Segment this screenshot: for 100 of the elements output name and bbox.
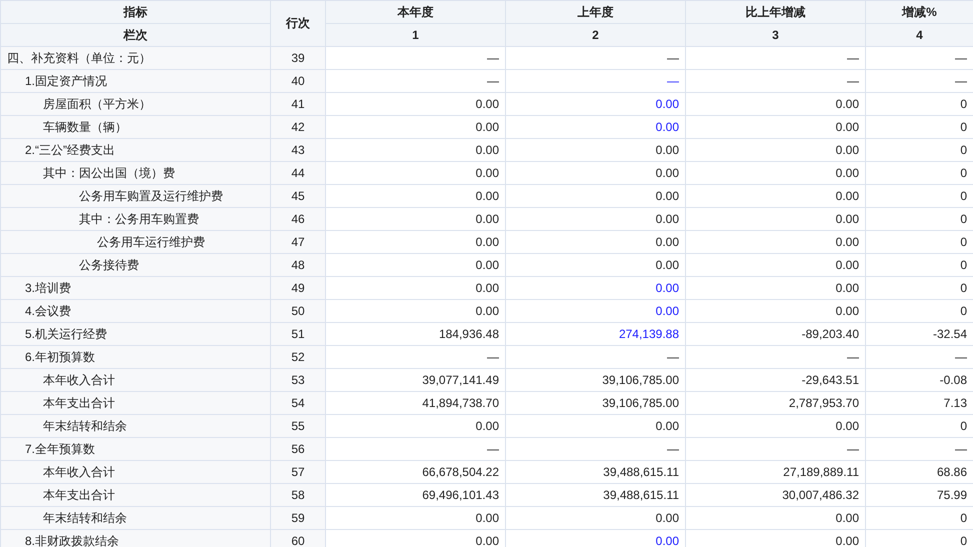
value-link[interactable]: 0.00 <box>506 92 686 116</box>
table-cell: 0.00 <box>506 162 686 184</box>
line-number: 41 <box>270 92 326 116</box>
table-cell: 0.00 <box>686 300 866 322</box>
table-cell: -29,643.51 <box>686 368 866 392</box>
column-header: 栏次 <box>0 24 270 46</box>
row-label: 7.全年预算数 <box>24 440 96 458</box>
table-cell: — <box>686 438 866 460</box>
table-cell: 0.00 <box>506 208 686 230</box>
line-number: 49 <box>270 276 326 300</box>
table-cell: 0.00 <box>686 506 866 530</box>
table-cell: — <box>326 438 506 460</box>
row-label: 本年收入合计 <box>42 372 115 388</box>
column-header: 行次 <box>270 0 326 46</box>
table-cell: 39,488,615.11 <box>506 484 686 506</box>
line-number: 52 <box>270 346 326 368</box>
row-label: 年末结转和结余 <box>42 510 127 526</box>
column-header: 增减% <box>866 0 973 24</box>
column-header: 本年度 <box>326 0 506 24</box>
table-cell: 0.00 <box>326 254 506 276</box>
value-link[interactable]: — <box>506 70 686 92</box>
row-label: 2.“三公”经费支出 <box>24 142 115 158</box>
table-cell: 0.00 <box>506 184 686 208</box>
row-label: 公务用车购置及运行维护费 <box>78 188 223 204</box>
line-number: 60 <box>270 530 326 547</box>
line-number: 45 <box>270 184 326 208</box>
table-cell: 69,496,101.43 <box>326 484 506 506</box>
value-link[interactable]: 0.00 <box>506 116 686 138</box>
table-cell: 0.00 <box>686 162 866 184</box>
table-cell: 0.00 <box>686 138 866 162</box>
table-cell: — <box>686 346 866 368</box>
table-cell: 0.00 <box>326 506 506 530</box>
table-cell: 0.00 <box>326 184 506 208</box>
row-label: 车辆数量（辆） <box>42 118 127 136</box>
line-number: 58 <box>270 484 326 506</box>
row-label: 本年收入合计 <box>42 464 115 480</box>
column-header: 2 <box>506 24 686 46</box>
line-number: 59 <box>270 506 326 530</box>
line-number: 57 <box>270 460 326 484</box>
table-cell: — <box>686 46 866 70</box>
table-cell: 0.00 <box>686 208 866 230</box>
row-label: 3.培训费 <box>24 280 72 296</box>
table-cell: 0.00 <box>326 116 506 138</box>
table-cell: 0.00 <box>326 138 506 162</box>
table-cell: 0.00 <box>326 230 506 254</box>
line-number: 42 <box>270 116 326 138</box>
row-label: 1.固定资产情况 <box>24 72 108 90</box>
table-cell: 0.00 <box>326 300 506 322</box>
table-cell: 27,189,889.11 <box>686 460 866 484</box>
line-number: 40 <box>270 70 326 92</box>
table-cell: 0.00 <box>686 230 866 254</box>
table-cell: 2,787,953.70 <box>686 392 866 414</box>
table-cell: 0.00 <box>686 254 866 276</box>
line-number: 46 <box>270 208 326 230</box>
table-cell: 0.00 <box>326 414 506 438</box>
row-label: 公务用车运行维护费 <box>96 234 205 250</box>
row-label: 8.非财政拨款结余 <box>24 532 120 547</box>
table-cell: 39,488,615.11 <box>506 460 686 484</box>
table-cell: 0.00 <box>506 230 686 254</box>
table-cell: 0.00 <box>686 116 866 138</box>
table-cell: 39,077,141.49 <box>326 368 506 392</box>
table-cell: — <box>506 346 686 368</box>
row-label: 其中：因公出国（境）费 <box>42 164 175 182</box>
line-number: 47 <box>270 230 326 254</box>
value-link[interactable]: 0.00 <box>506 300 686 322</box>
row-label: 其中：公务用车购置费 <box>78 210 199 228</box>
column-header: 比上年增减 <box>686 0 866 24</box>
table-cell: — <box>326 70 506 92</box>
line-number: 48 <box>270 254 326 276</box>
line-number: 39 <box>270 46 326 70</box>
table-cell: — <box>686 70 866 92</box>
line-number: 53 <box>270 368 326 392</box>
table-cell: 41,894,738.70 <box>326 392 506 414</box>
line-number: 55 <box>270 414 326 438</box>
row-label: 6.年初预算数 <box>24 348 96 366</box>
table-cell: 0.00 <box>326 92 506 116</box>
table-cell: 184,936.48 <box>326 322 506 346</box>
table-cell: 0.00 <box>686 276 866 300</box>
column-header: 1 <box>326 24 506 46</box>
line-number: 50 <box>270 300 326 322</box>
column-header: 3 <box>686 24 866 46</box>
column-header: 4 <box>866 24 973 46</box>
table-cell: 0.00 <box>506 254 686 276</box>
line-number: 44 <box>270 162 326 184</box>
value-link[interactable]: 274,139.88 <box>506 322 686 346</box>
line-number: 56 <box>270 438 326 460</box>
table-cell: 0.00 <box>326 208 506 230</box>
table-cell: 39,106,785.00 <box>506 392 686 414</box>
table-cell: 66,678,504.22 <box>326 460 506 484</box>
row-label: 公务接待费 <box>78 256 139 274</box>
table-cell: 0.00 <box>686 92 866 116</box>
table-cell: — <box>506 46 686 70</box>
table-cell: 0.00 <box>686 414 866 438</box>
line-number: 51 <box>270 322 326 346</box>
row-label: 本年支出合计 <box>42 486 115 504</box>
table-cell: — <box>506 438 686 460</box>
column-header: 上年度 <box>506 0 686 24</box>
table-cell: -89,203.40 <box>686 322 866 346</box>
value-link[interactable]: 0.00 <box>506 276 686 300</box>
table-cell: 30,007,486.32 <box>686 484 866 506</box>
